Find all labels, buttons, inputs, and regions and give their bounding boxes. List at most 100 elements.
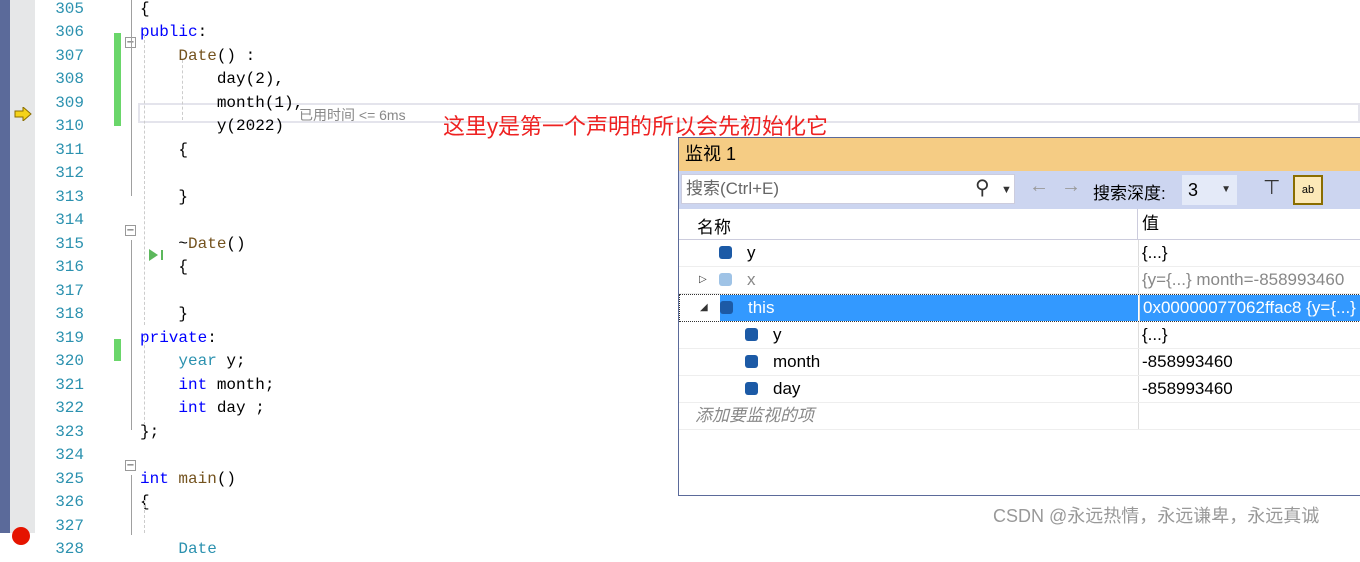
code-token: }; [140,422,160,441]
code-line[interactable]: } [140,303,188,327]
breakpoint-gutter[interactable] [10,0,35,533]
search-icon[interactable]: ⚲ [975,175,990,200]
editor-left-bar [0,0,10,533]
line-number: 312 [55,164,84,183]
search-depth-select[interactable]: 3 ▼ [1182,175,1237,205]
watch-row[interactable]: month -858993460 [679,349,1360,376]
line-number: 310 [55,117,84,136]
chevron-down-icon[interactable]: ▼ [1001,184,1012,196]
watch-name: day [773,379,801,398]
code-token: Date [178,46,217,65]
line-number: 319 [55,328,84,347]
collapse-icon[interactable]: − [125,225,136,236]
watch-name: this [748,298,775,317]
run-to-cursor-icon[interactable] [149,249,165,261]
change-marker [114,33,121,126]
line-number: 328 [55,540,84,559]
add-watch-placeholder: 添加要监视的项 [695,406,814,425]
back-arrow-icon[interactable]: ← [1029,175,1049,198]
watch-toolbar: 搜索(Ctrl+E) ⚲ ▼ ← → 搜索深度: 3 ▼ ⊤ ab [679,171,1360,209]
code-token: () : [216,46,256,65]
line-number: 320 [55,352,84,371]
field-icon [745,382,758,395]
code-line[interactable]: month(1), [140,92,303,116]
collapse-icon[interactable]: − [125,460,136,471]
outline-line [131,0,132,196]
watch-row[interactable]: day -858993460 [679,376,1360,403]
code-token: () [216,469,237,488]
column-header-value[interactable]: 值 [1137,209,1159,239]
code-line[interactable]: int main() [140,468,236,492]
code-token: main [178,469,217,488]
watch-row[interactable]: y {...} [679,322,1360,349]
indent-guide [144,335,145,425]
depth-value: 3 [1188,180,1199,200]
code-token: y(2022) [140,117,285,136]
breakpoint-icon[interactable] [12,527,30,545]
code-line[interactable]: }; [140,421,159,445]
code-line[interactable]: } [140,186,188,210]
line-number: 325 [55,469,84,488]
add-watch-row[interactable]: 添加要监视的项 [679,403,1360,430]
tab-view-icon[interactable]: ab [1293,175,1323,205]
line-number: 322 [55,399,84,418]
chevron-down-icon: ▼ [1221,184,1231,195]
code-line[interactable]: public: [140,21,207,45]
line-number: 318 [55,305,84,324]
change-marker [114,339,121,361]
code-line[interactable]: year y; [140,350,246,374]
watch-value: -858993460 [1138,349,1360,375]
watch-row[interactable]: ◢ this 0x00000077062ffac8 {y={...} [679,294,1360,322]
pin-filter-icon[interactable]: ⊤ [1263,175,1280,200]
code-line[interactable]: Date [140,538,216,562]
watch-row[interactable]: ▷ x {y={...} month=-858993460 [679,267,1360,294]
code-line[interactable]: int day ; [140,397,265,421]
watch-name: y [747,243,756,262]
code-line[interactable]: y(2022) [140,115,284,139]
watch-name: y [773,325,782,344]
watch-header: 名称 值 [679,209,1360,240]
field-icon [745,355,758,368]
collapsed-arrow-icon[interactable]: ▷ [699,267,707,293]
code-line[interactable]: { [140,139,188,163]
search-input[interactable]: 搜索(Ctrl+E) [681,174,1015,204]
code-token: day ; [207,399,265,418]
code-line[interactable]: { [140,0,150,21]
expanded-arrow-icon[interactable]: ◢ [700,295,708,321]
line-number: 323 [55,422,84,441]
watch-row[interactable]: y {...} [679,240,1360,267]
watch-value: 0x00000077062ffac8 {y={...} [1139,295,1360,321]
line-number: 307 [55,46,84,65]
code-line[interactable]: private: [140,327,217,351]
line-number: 316 [55,258,84,277]
watch-title[interactable]: 监视 1 [679,138,1360,171]
watch-value: {...} [1138,322,1360,348]
code-line[interactable]: int month; [140,374,274,398]
code-token: { [140,0,150,18]
code-token: : [207,328,217,347]
forward-arrow-icon[interactable]: → [1061,175,1081,198]
watch-value: {y={...} month=-858993460 [1138,267,1360,293]
line-number: 308 [55,70,84,89]
line-number: 324 [55,446,84,465]
line-number: 313 [55,187,84,206]
code-token: y; [216,352,246,371]
code-line[interactable]: day(2), [140,68,284,92]
code-token: int [178,399,208,418]
search-depth-label: 搜索深度: [1093,184,1166,203]
code-token: day(2), [140,70,285,89]
outline-line [131,240,132,430]
code-token: month; [207,375,275,394]
code-token: : [197,23,208,42]
code-token: int [140,469,169,488]
code-token: int [178,375,208,394]
watermark: CSDN @永远热情，永远谦卑，永远真诚 [993,506,1320,526]
code-token: } [140,305,189,324]
code-line[interactable]: Date() : [140,45,255,69]
column-header-name[interactable]: 名称 [697,213,731,238]
outline-line [131,475,132,535]
